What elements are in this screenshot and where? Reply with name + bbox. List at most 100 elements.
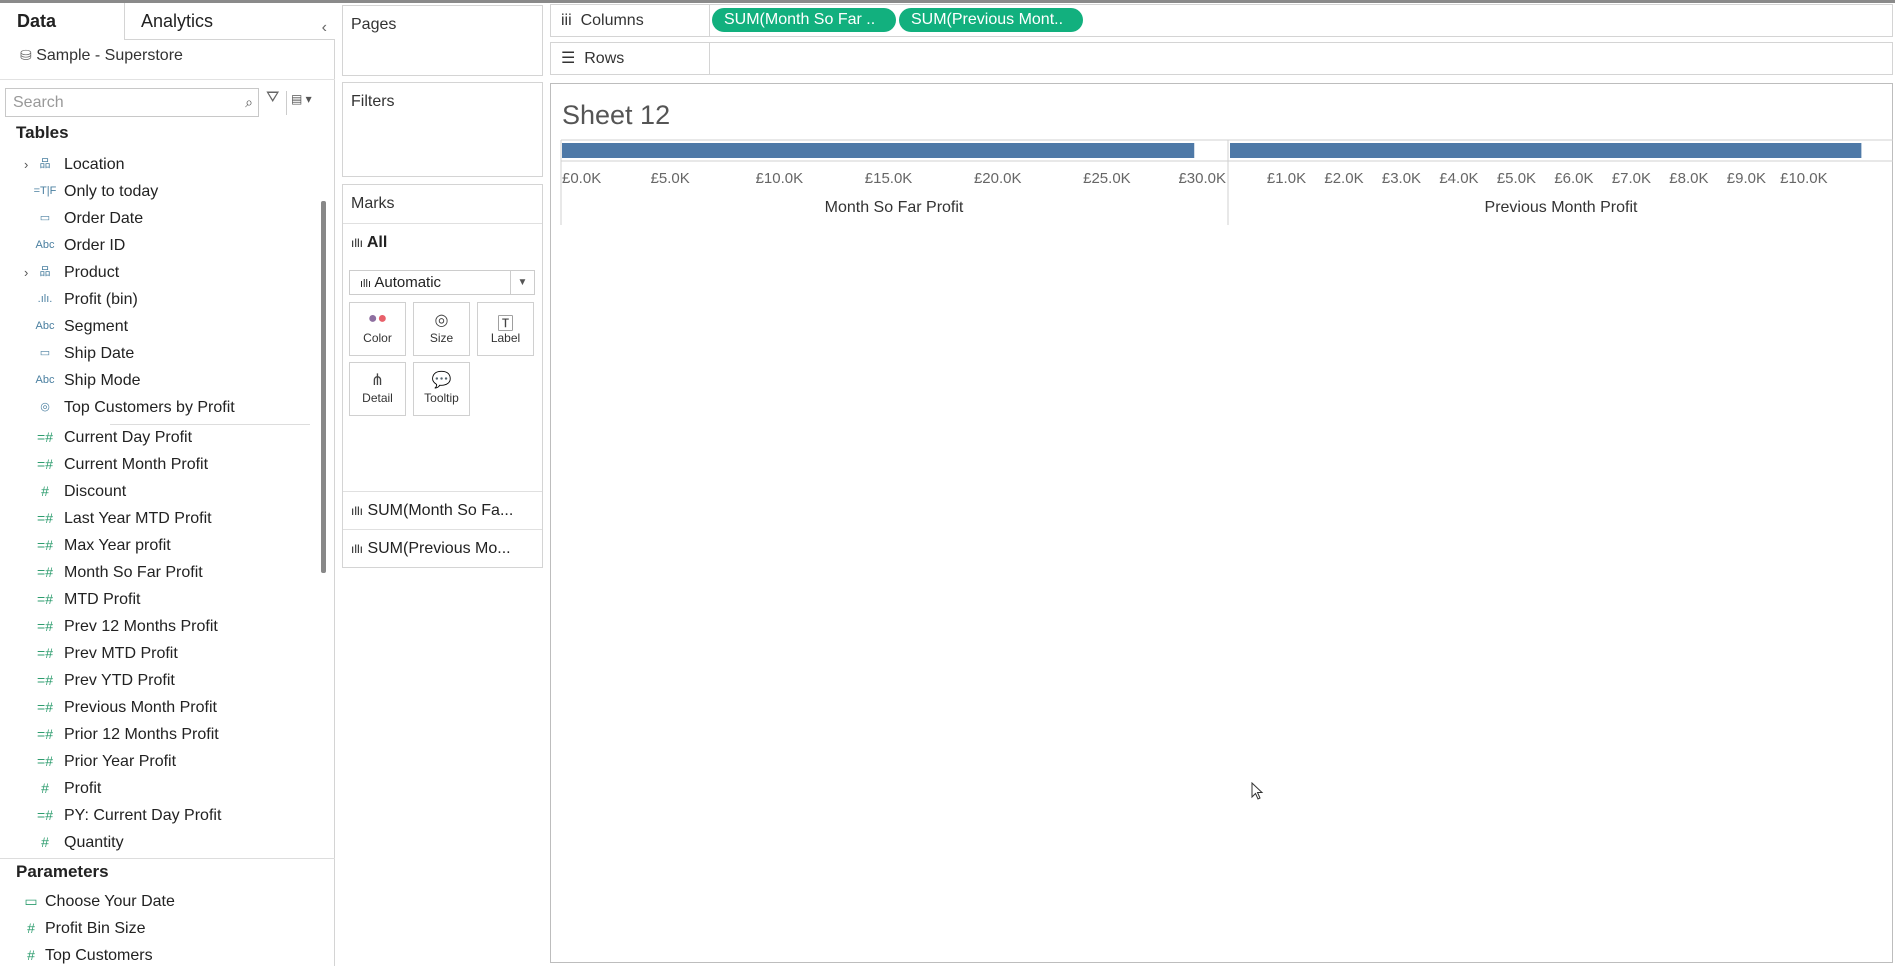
- axis-tick-label: £4.0K: [1439, 170, 1479, 187]
- marks-title: Marks: [351, 195, 395, 212]
- rows-icon: ☰: [561, 50, 576, 67]
- pages-card[interactable]: Pages: [342, 5, 543, 76]
- calc-measure-icon: =#: [37, 510, 53, 526]
- abc-icon: Abc: [35, 239, 55, 251]
- field-item[interactable]: =# Current Month Profit: [0, 451, 320, 478]
- marks-row-label: SUM(Previous Mo...: [367, 540, 511, 557]
- divider: [0, 79, 335, 80]
- rows-shelf[interactable]: ☰ Rows: [550, 42, 1893, 75]
- search-input[interactable]: Search ⌕: [5, 88, 259, 117]
- axis-tick-label: £25.0K: [1083, 170, 1131, 187]
- column-pill-month-so-far[interactable]: SUM(Month So Far ..: [712, 8, 896, 32]
- field-item[interactable]: ▭ Ship Date: [0, 340, 320, 367]
- axis-tick-label: £10.0K: [1780, 170, 1828, 187]
- axis-tick-label: £6.0K: [1554, 170, 1594, 187]
- field-item[interactable]: ◎ Top Customers by Profit: [0, 394, 320, 421]
- field-item[interactable]: =# Current Day Profit: [0, 424, 320, 451]
- field-item[interactable]: Abc Segment: [0, 313, 320, 340]
- divider: [286, 91, 287, 115]
- calc-measure-icon: =#: [37, 618, 53, 634]
- field-item[interactable]: # Quantity: [0, 829, 320, 856]
- field-label: Discount: [64, 483, 127, 500]
- detail-label: Detail: [362, 391, 393, 405]
- field-item[interactable]: =# PY: Current Day Profit: [0, 802, 320, 829]
- field-item[interactable]: =# Prior Year Profit: [0, 748, 320, 775]
- field-item[interactable]: =# Prev YTD Profit: [0, 667, 320, 694]
- column-pill-previous-month[interactable]: SUM(Previous Mont..: [899, 8, 1083, 32]
- field-label: Top Customers by Profit: [64, 399, 235, 416]
- size-button[interactable]: ◎ Size: [413, 302, 470, 356]
- color-button[interactable]: ●● Color: [349, 302, 406, 356]
- rows-shelf-label: ☰ Rows: [551, 43, 710, 74]
- field-item[interactable]: =T|F Only to today: [0, 178, 320, 205]
- field-label: Month So Far Profit: [64, 564, 203, 581]
- boolean-icon: =T|F: [33, 185, 57, 197]
- tab-analytics[interactable]: Analytics ‹: [124, 3, 335, 40]
- field-item[interactable]: .ılı. Profit (bin): [0, 286, 320, 313]
- field-label: PY: Current Day Profit: [64, 807, 222, 824]
- tooltip-button[interactable]: 💬 Tooltip: [413, 362, 470, 416]
- collapse-pane-icon[interactable]: ‹: [322, 9, 327, 46]
- chevron-right-icon[interactable]: ›: [24, 151, 28, 178]
- tab-data[interactable]: Data: [0, 3, 124, 40]
- mouse-cursor-icon: [1251, 782, 1264, 800]
- axis-tick-label: £30.0K: [1178, 170, 1226, 187]
- view-options-icon[interactable]: ▤ ▾: [291, 92, 312, 106]
- field-item[interactable]: =# Prior 12 Months Profit: [0, 721, 320, 748]
- field-item[interactable]: › 品 Product: [0, 259, 320, 286]
- data-source[interactable]: ⛁ Sample - Superstore: [20, 47, 183, 65]
- field-item[interactable]: › 品 Location: [0, 151, 320, 178]
- marks-all-label: All: [366, 234, 388, 251]
- measure-icon: #: [27, 947, 35, 963]
- field-item[interactable]: =# Max Year profit: [0, 532, 320, 559]
- marks-row-month-so-far[interactable]: ıllı SUM(Month So Fa...: [343, 491, 542, 530]
- measure-icon: #: [41, 834, 49, 850]
- field-item[interactable]: # Discount: [0, 478, 320, 505]
- field-item[interactable]: ▭ Choose Your Date: [0, 888, 320, 915]
- columns-icon: iii: [561, 12, 572, 29]
- label-button[interactable]: 🅃 Label: [477, 302, 534, 356]
- filters-card[interactable]: Filters: [342, 82, 543, 177]
- color-label: Color: [363, 331, 392, 345]
- axis-tick-label: £10.0K: [755, 170, 804, 187]
- marks-all-row[interactable]: ıllı All: [343, 223, 542, 262]
- field-label: Max Year profit: [64, 537, 171, 554]
- field-label: Only to today: [64, 183, 159, 200]
- field-label: Choose Your Date: [45, 893, 175, 910]
- axis-tick-label: £0.0K: [562, 170, 602, 187]
- tab-analytics-label: Analytics: [141, 11, 214, 31]
- field-item[interactable]: =# Month So Far Profit: [0, 559, 320, 586]
- calc-measure-icon: =#: [37, 429, 53, 445]
- filter-icon[interactable]: ⛛: [266, 89, 279, 107]
- color-icon: ●●: [367, 310, 388, 327]
- divider: [0, 858, 335, 859]
- field-item[interactable]: =# Prev 12 Months Profit: [0, 613, 320, 640]
- detail-button[interactable]: ⋔ Detail: [349, 362, 406, 416]
- field-item[interactable]: # Profit Bin Size: [0, 915, 320, 942]
- chevron-right-icon[interactable]: ›: [24, 259, 28, 286]
- axis-tick-label: £9.0K: [1726, 170, 1766, 187]
- field-item[interactable]: =# Previous Month Profit: [0, 694, 320, 721]
- worksheet-view[interactable]: [550, 83, 1893, 963]
- field-item[interactable]: =# Last Year MTD Profit: [0, 505, 320, 532]
- axis-tick-label: £5.0K: [1496, 170, 1537, 187]
- marks-row-previous-month[interactable]: ıllı SUM(Previous Mo...: [343, 529, 542, 568]
- mark-type-dropdown[interactable]: ıllı Automatic ▼: [349, 270, 535, 295]
- field-label: Previous Month Profit: [64, 699, 217, 716]
- field-item[interactable]: =# Prev MTD Profit: [0, 640, 320, 667]
- columns-label: Columns: [580, 12, 644, 29]
- field-item[interactable]: # Profit: [0, 775, 320, 802]
- data-source-name: Sample - Superstore: [36, 47, 183, 64]
- field-label: Prev 12 Months Profit: [64, 618, 218, 635]
- field-item[interactable]: Abc Order ID: [0, 232, 320, 259]
- mark-type-value: Automatic: [374, 274, 442, 291]
- field-item[interactable]: # Top Customers: [0, 942, 320, 969]
- filters-title: Filters: [351, 93, 395, 110]
- field-item[interactable]: =# MTD Profit: [0, 586, 320, 613]
- scrollbar[interactable]: [321, 201, 326, 573]
- axis-tick-label: £1.0K: [1266, 170, 1307, 187]
- field-item[interactable]: Abc Ship Mode: [0, 367, 320, 394]
- calc-measure-icon: =#: [37, 645, 53, 661]
- field-label: Current Day Profit: [64, 429, 193, 446]
- field-item[interactable]: ▭ Order Date: [0, 205, 320, 232]
